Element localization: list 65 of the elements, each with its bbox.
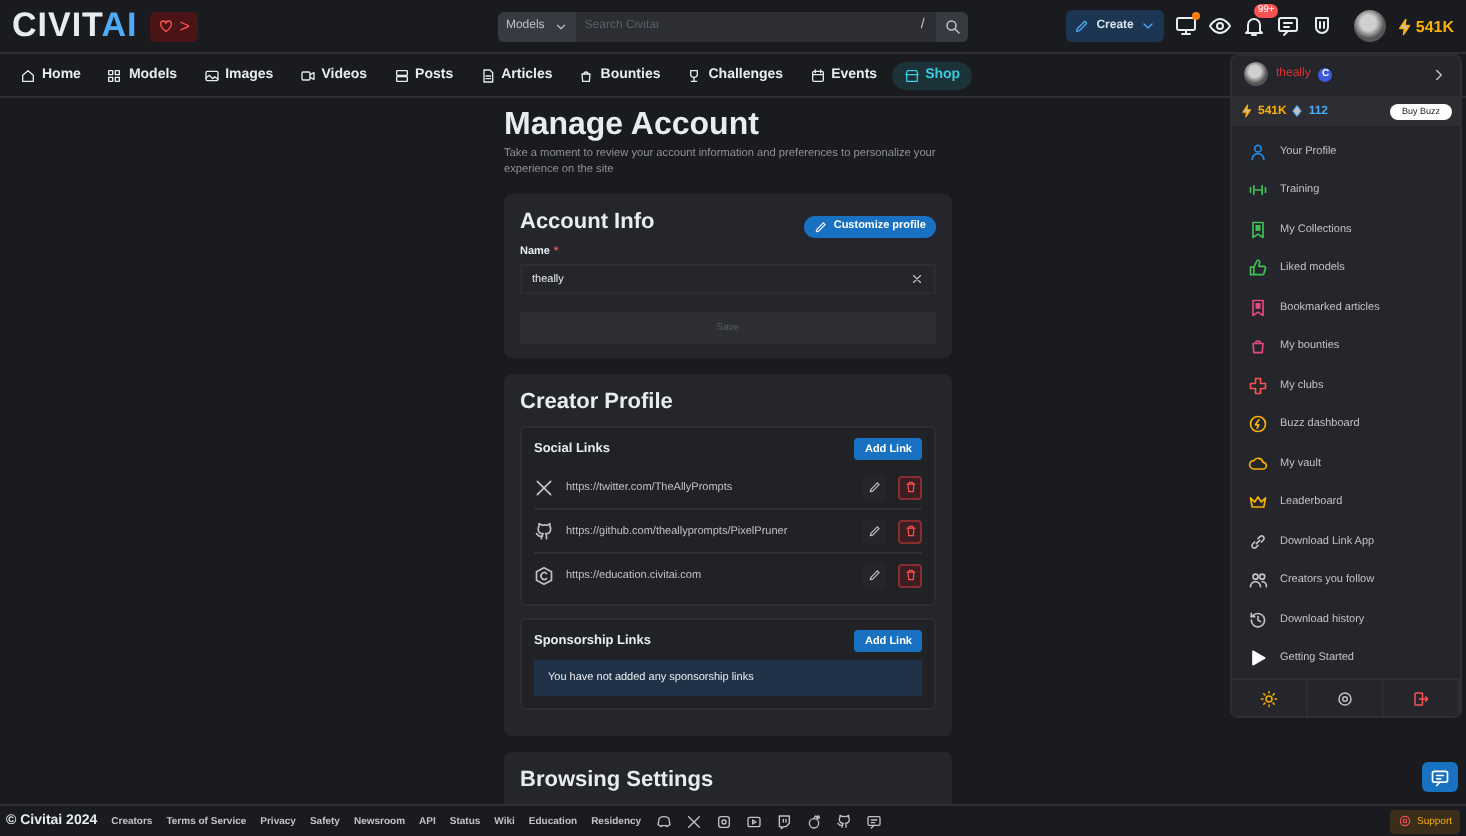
diamond-icon — [1290, 104, 1305, 118]
twitch-icon[interactable] — [775, 813, 792, 829]
trash-icon — [903, 568, 917, 582]
bag-icon — [578, 67, 595, 83]
pencil-icon — [867, 524, 881, 538]
chevron-right-icon[interactable] — [1430, 65, 1448, 83]
youtube-icon[interactable] — [745, 813, 762, 829]
chat-icon[interactable] — [865, 813, 882, 829]
trophy-icon — [686, 67, 703, 83]
pencil-icon — [813, 219, 828, 233]
logout-icon — [1412, 689, 1430, 707]
chat-button[interactable] — [1422, 762, 1458, 792]
sun-icon — [1260, 689, 1278, 707]
trash-icon — [903, 524, 917, 538]
sun-button[interactable] — [1232, 680, 1308, 716]
edit-button[interactable] — [862, 519, 886, 543]
buzz-count: 541K — [1415, 17, 1454, 35]
delete-button[interactable] — [898, 563, 922, 587]
avatar — [1244, 62, 1268, 86]
home-icon — [20, 67, 36, 83]
pencil-icon — [867, 480, 881, 494]
github-logo-icon — [534, 521, 554, 541]
support-button[interactable]: > — [149, 11, 198, 41]
chat-icon[interactable] — [1275, 14, 1300, 38]
pencil-icon — [867, 568, 881, 582]
page-title: Manage Account — [504, 108, 761, 144]
monitor-icon[interactable] — [1173, 14, 1198, 38]
grid-icon — [106, 67, 123, 83]
delete-button[interactable] — [898, 519, 922, 543]
chevron-down-icon — [554, 19, 569, 33]
search-icon — [943, 17, 962, 35]
hexagon-logo-icon — [534, 565, 554, 585]
image-icon — [203, 67, 220, 83]
chevron-down-icon — [1139, 18, 1156, 34]
lifebuoy-icon — [1398, 814, 1413, 828]
settings-icon — [1336, 689, 1354, 707]
section-title: Creator Profile — [520, 390, 675, 414]
bell-icon[interactable] — [1241, 14, 1266, 38]
github-logo-icon[interactable] — [835, 813, 852, 829]
section-title: Account Info — [520, 210, 655, 234]
document-icon — [479, 67, 496, 83]
x-logo-icon[interactable] — [685, 813, 702, 829]
avatar[interactable] — [1353, 10, 1386, 42]
video-icon — [299, 67, 316, 83]
x-logo-icon — [534, 477, 554, 497]
search-button[interactable] — [936, 11, 969, 41]
posts-icon — [393, 67, 410, 83]
lightning-icon — [1395, 17, 1414, 35]
lightning-icon — [1240, 104, 1254, 118]
instagram-icon[interactable] — [715, 813, 732, 829]
shield-icon[interactable] — [1309, 14, 1334, 38]
eye-icon[interactable] — [1207, 14, 1232, 38]
shop-icon — [903, 67, 920, 83]
heart-icon — [157, 18, 174, 34]
pencil-icon — [1074, 18, 1091, 34]
clear-icon[interactable] — [910, 272, 924, 286]
logo[interactable]: CIVITAI — [12, 6, 138, 46]
delete-button[interactable] — [898, 475, 922, 499]
trash-icon — [903, 480, 917, 494]
section-title: Browsing Settings — [520, 768, 716, 792]
edit-button[interactable] — [862, 563, 886, 587]
status-dot — [1191, 12, 1200, 20]
chat-icon — [1430, 767, 1450, 787]
calendar-icon — [809, 67, 826, 83]
edit-button[interactable] — [862, 475, 886, 499]
